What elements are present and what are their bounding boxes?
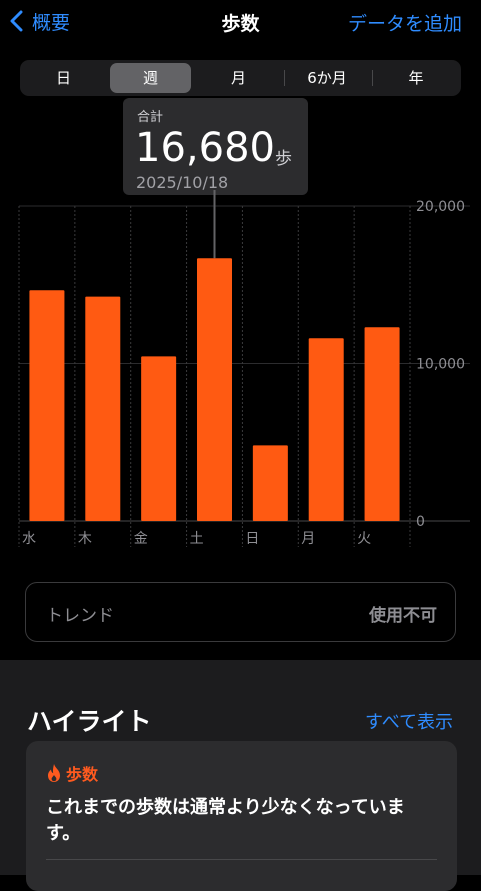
selection-tooltip: 合計 16,680 歩 2025/10/18	[123, 98, 308, 195]
highlights-section: ハイライト すべて表示 歩数 これまでの歩数は通常より少なくなっています。	[0, 660, 481, 891]
segment-month[interactable]: 月	[198, 63, 279, 93]
segment-6-months[interactable]: 6か月	[286, 63, 368, 93]
time-range-segmented-control: 日 週 月 6か月 年	[20, 60, 461, 96]
x-tick-label: 金	[134, 531, 148, 547]
tooltip-unit: 歩	[275, 149, 292, 169]
x-tick-label: 木	[78, 531, 92, 547]
tooltip-label: 合計	[137, 110, 164, 125]
x-tick-label: 火	[357, 531, 371, 547]
bar-月	[308, 338, 344, 521]
highlight-card-header: 歩数	[46, 761, 98, 785]
bar-木	[85, 296, 121, 521]
segment-day[interactable]: 日	[23, 63, 104, 93]
segment-divider	[372, 70, 373, 86]
segment-divider	[284, 70, 285, 86]
bar-火	[364, 327, 400, 521]
highlight-message: これまでの歩数は通常より少なくなっています。	[46, 797, 405, 844]
flame-icon	[48, 764, 60, 782]
bar-金	[141, 356, 177, 521]
x-tick-label: 月	[301, 531, 315, 547]
add-data-button[interactable]: データを追加	[348, 9, 462, 36]
y-tick-label: 10,000	[416, 357, 465, 373]
x-tick-label: 日	[245, 531, 259, 547]
bar-土	[197, 258, 232, 521]
bar-水	[29, 290, 65, 521]
tooltip-value: 16,680	[135, 125, 275, 171]
trend-label: トレンド	[46, 606, 114, 626]
x-tick-label: 土	[190, 531, 204, 547]
highlight-card[interactable]: 歩数 これまでの歩数は通常より少なくなっています。	[26, 741, 457, 891]
trend-status: 使用不可	[369, 606, 437, 626]
show-all-link[interactable]: すべて表示	[365, 708, 453, 734]
x-tick-label: 水	[22, 531, 36, 547]
navigation-bar: 概要 歩数 データを追加	[0, 0, 481, 44]
segment-year[interactable]: 年	[374, 63, 458, 93]
y-tick-label: 20,000	[416, 199, 465, 215]
highlight-card-title: 歩数	[66, 765, 99, 784]
card-divider	[46, 859, 437, 860]
bar-日	[252, 445, 288, 521]
y-tick-label: 0	[416, 514, 425, 530]
trend-row[interactable]: トレンド 使用不可	[25, 582, 456, 642]
segment-week[interactable]: 週	[110, 63, 191, 93]
steps-bar-chart[interactable]: 20,000 10,000 0 水 木 金 土 日 月 火	[0, 190, 481, 550]
highlights-title: ハイライト	[27, 707, 152, 736]
